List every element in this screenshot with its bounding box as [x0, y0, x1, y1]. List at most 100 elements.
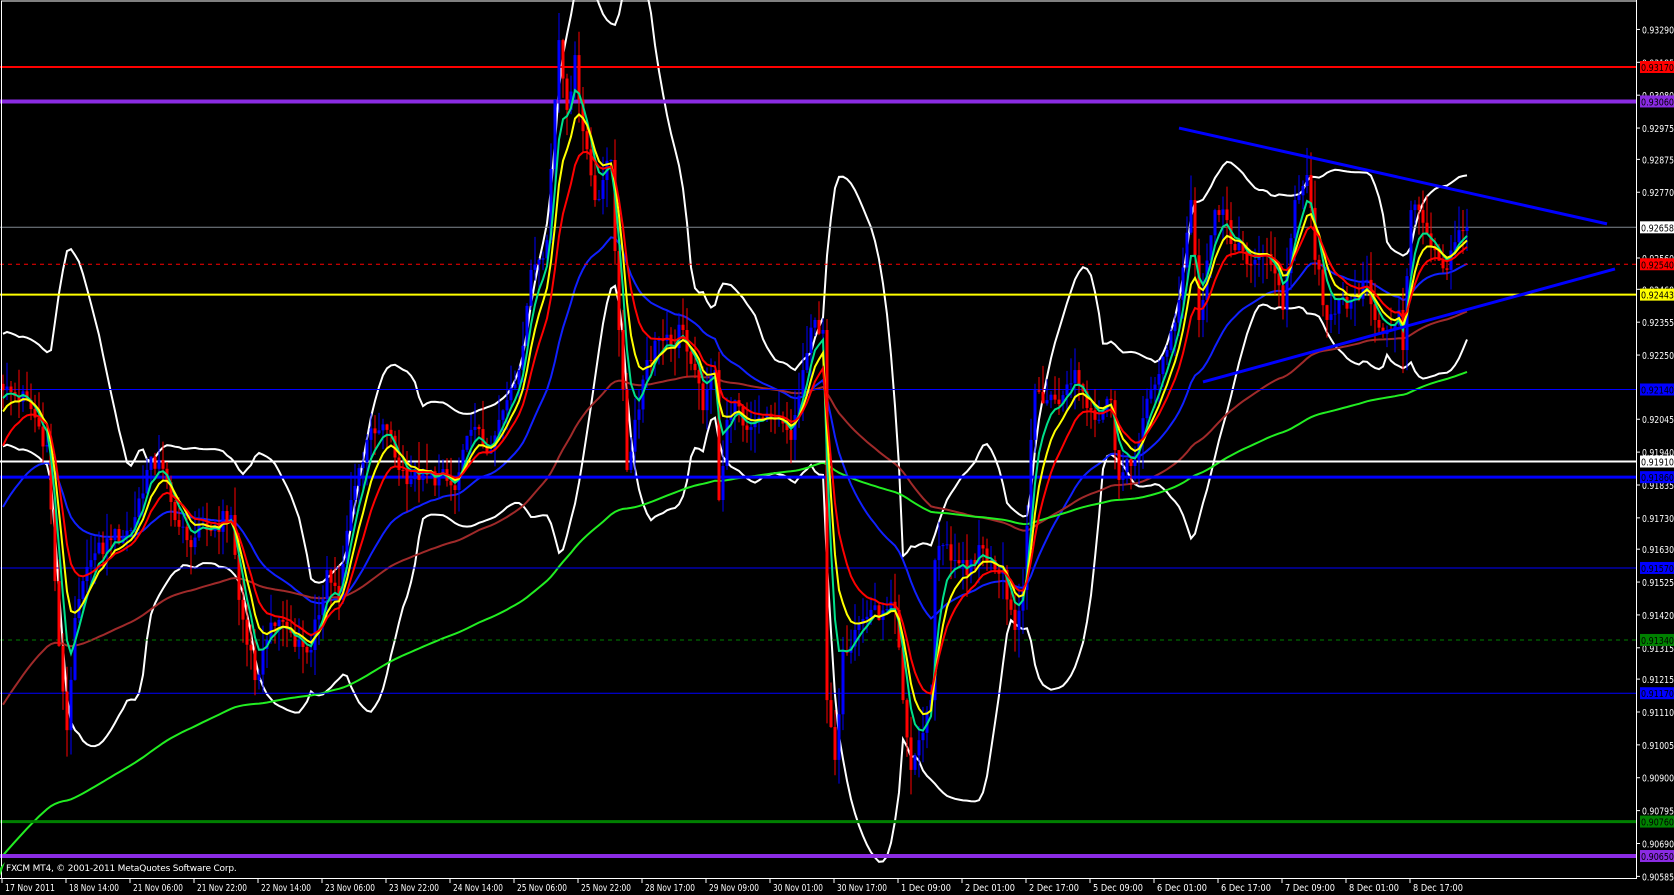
y-tick-label: 0.90900 [1642, 774, 1674, 785]
candle-body [657, 340, 661, 342]
bear-candle [1269, 231, 1273, 272]
y-tick-label: 0.91525 [1642, 578, 1674, 589]
price-level-label: 0.93060 [1641, 97, 1674, 108]
candle-body [557, 40, 561, 100]
candle-body [1181, 267, 1185, 300]
candle-body [45, 444, 49, 447]
bear-candle [833, 710, 837, 776]
candle-body [1089, 407, 1093, 411]
bear-candle [1117, 450, 1121, 499]
candle-body [981, 545, 985, 549]
candle-body [357, 468, 361, 486]
bear-candle [9, 381, 13, 416]
bull-candle [969, 558, 973, 584]
bull-candle [105, 513, 109, 576]
candle-body [153, 456, 157, 469]
bull-candle [1337, 297, 1341, 334]
x-tick-label: 1 Dec 09:00 [901, 883, 951, 894]
candle-body [637, 409, 641, 420]
candle-body [821, 330, 825, 334]
candle-body [377, 430, 381, 434]
bull-candle [529, 259, 533, 311]
bull-candle [913, 753, 917, 776]
bull-candle [381, 418, 385, 450]
candle-body [381, 424, 385, 431]
candle-body [1133, 459, 1137, 466]
candle-body [957, 560, 961, 564]
candle-body [865, 616, 869, 619]
x-tick-label: 2 Dec 17:00 [1029, 883, 1079, 894]
bear-candle [577, 31, 581, 123]
bull-candle [1341, 282, 1345, 306]
bear-candle [433, 466, 437, 497]
candle-body [869, 609, 873, 617]
candle-body [97, 542, 101, 554]
candle-body [917, 740, 921, 756]
candle-body [1253, 259, 1257, 265]
x-tick-label: 30 Nov 01:00 [773, 883, 823, 894]
candle-body [245, 619, 249, 645]
candle-body [1333, 313, 1337, 315]
bear-candle [1461, 209, 1465, 255]
price-level-label: 0.93170 [1641, 63, 1674, 74]
bull-candle [125, 511, 129, 552]
candle-body [909, 737, 913, 770]
bull-candle [1361, 261, 1365, 307]
price-level-label: 0.92658 [1641, 223, 1674, 234]
candle-body [829, 700, 833, 728]
x-tick-label: 21 Nov 06:00 [133, 883, 183, 894]
candle-body [241, 599, 245, 620]
candle-body [1457, 230, 1461, 243]
x-tick-label: 23 Nov 06:00 [325, 883, 375, 894]
candle-body [1169, 331, 1173, 351]
x-tick-label: 30 Nov 17:00 [837, 883, 887, 894]
candle-body [365, 439, 369, 463]
bear-candle [1265, 237, 1269, 280]
candle-body [1281, 285, 1285, 310]
candle-body [1013, 609, 1017, 630]
candle-body [1121, 472, 1125, 480]
candle-body [177, 520, 181, 527]
bear-candle [33, 394, 37, 433]
bull-candle [977, 519, 981, 584]
candle-body [573, 55, 577, 92]
candle-body [505, 400, 509, 411]
y-tick-label: 0.91630 [1642, 545, 1674, 556]
candle-body [1317, 259, 1321, 270]
candle-body [745, 425, 749, 430]
price-level-label: 0.90650 [1641, 852, 1674, 863]
y-tick-label: 0.92975 [1642, 124, 1674, 135]
candle-body [317, 615, 321, 620]
candle-body [1445, 268, 1449, 270]
candle-body [1221, 209, 1225, 215]
y-tick-label: 0.91215 [1642, 675, 1674, 686]
y-tick-label: 0.92045 [1642, 415, 1674, 426]
candle-body [1165, 350, 1169, 357]
bull-candle [473, 402, 477, 444]
candle-body [585, 131, 589, 150]
candle-body [353, 485, 357, 501]
price-level-label: 0.91910 [1641, 458, 1674, 469]
candle-body [621, 330, 625, 390]
bull-candle [157, 435, 161, 476]
bull-candle [557, 12, 561, 113]
price-chart[interactable]: 0.932900.931850.930800.929750.928750.927… [0, 0, 1674, 895]
candle-body [1149, 390, 1153, 399]
candle-body [253, 650, 257, 681]
bull-candle [641, 375, 645, 423]
y-tick-label: 0.92875 [1642, 155, 1674, 166]
candle-body [1145, 398, 1149, 419]
candle-body [609, 159, 613, 161]
y-tick-label: 0.91110 [1642, 708, 1674, 719]
bull-candle [349, 471, 353, 532]
candle-body [597, 198, 601, 201]
candle-body [689, 351, 693, 364]
candle-body [1217, 210, 1221, 215]
candle-body [693, 363, 697, 371]
bear-candle [1217, 204, 1221, 223]
bull-candle [1065, 370, 1069, 412]
candle-body [837, 714, 841, 760]
price-level-label: 0.92540 [1641, 260, 1674, 271]
candle-body [1185, 232, 1189, 268]
candle-body [1321, 269, 1325, 306]
